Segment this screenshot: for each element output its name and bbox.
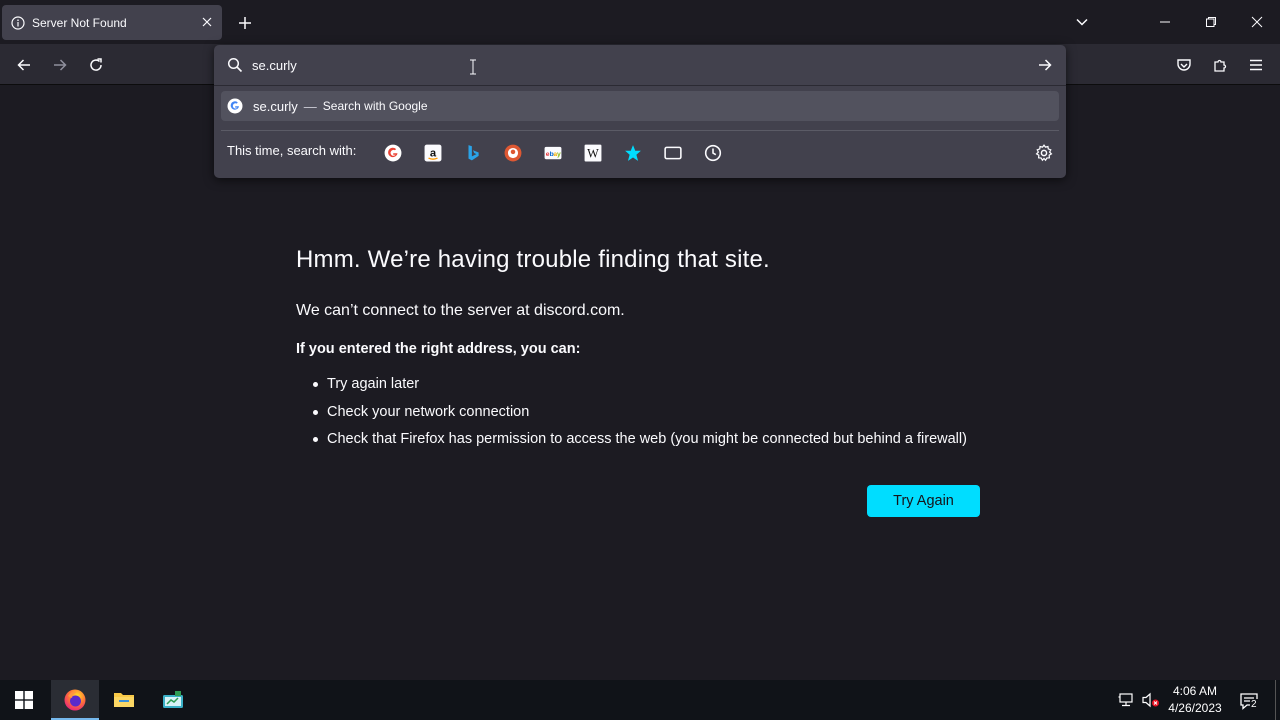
svg-text:W: W: [587, 147, 599, 161]
close-tab-icon[interactable]: [200, 15, 214, 29]
amazon-icon[interactable]: a: [424, 144, 442, 162]
tab-title: Server Not Found: [32, 15, 127, 30]
go-arrow-icon[interactable]: [1034, 54, 1056, 76]
tab-server-not-found[interactable]: Server Not Found: [2, 5, 222, 40]
svg-text:a: a: [430, 147, 437, 159]
new-tab-icon[interactable]: [234, 12, 256, 34]
pocket-icon[interactable]: [1172, 53, 1196, 77]
list-item: Try again later: [312, 374, 967, 402]
taskbar-firefox[interactable]: [51, 680, 99, 720]
svg-text:y: y: [557, 151, 561, 158]
info-icon: [11, 15, 25, 30]
title-bar: Server Not Found: [0, 0, 1280, 44]
error-intro: If you entered the right address, you ca…: [296, 341, 581, 357]
urlbar[interactable]: [214, 45, 1066, 85]
search-icon: [226, 56, 244, 74]
text-cursor-icon: [467, 58, 479, 76]
chevron-down-icon[interactable]: [1072, 12, 1092, 32]
extensions-icon[interactable]: [1208, 53, 1232, 77]
gear-icon[interactable]: [1035, 144, 1053, 162]
app-icon: [161, 688, 185, 712]
minimize-icon[interactable]: [1155, 12, 1175, 32]
url-input[interactable]: [252, 55, 1032, 75]
list-item: Check that Firefox has permission to acc…: [312, 429, 967, 457]
ebay-icon[interactable]: ebay: [544, 144, 562, 162]
error-description: We can’t connect to the server at discor…: [296, 302, 625, 319]
bookmarks-star-icon[interactable]: [624, 144, 642, 162]
forward-arrow-icon[interactable]: [48, 53, 72, 77]
network-icon[interactable]: [1118, 692, 1136, 708]
divider: [221, 130, 1059, 131]
taskbar-file-explorer[interactable]: [100, 680, 148, 720]
suggestion-list: Try again later Check your network conne…: [312, 374, 967, 457]
folder-icon: [112, 688, 136, 712]
close-window-icon[interactable]: [1247, 12, 1267, 32]
suggestion-query: se.curly: [253, 98, 298, 114]
error-title: Hmm. We’re having trouble finding that s…: [296, 246, 770, 273]
list-item: Check your network connection: [312, 402, 967, 430]
google-icon: [227, 98, 243, 114]
show-desktop-button[interactable]: [1275, 680, 1276, 720]
duckduckgo-icon[interactable]: [504, 144, 522, 162]
restore-icon[interactable]: [1201, 12, 1221, 32]
try-again-button[interactable]: Try Again: [867, 485, 980, 517]
divider: [214, 85, 1066, 86]
reload-icon[interactable]: [84, 53, 108, 77]
one-off-search-label: This time, search with:: [227, 143, 357, 158]
tabs-icon[interactable]: [664, 144, 682, 162]
notification-count: 2: [1250, 699, 1258, 710]
hamburger-menu-icon[interactable]: [1244, 53, 1268, 77]
history-clock-icon[interactable]: [704, 144, 722, 162]
search-suggestion-row[interactable]: se.curly — Search with Google: [221, 91, 1059, 121]
windows-start-icon[interactable]: [14, 690, 34, 710]
suggestion-action: Search with Google: [322, 99, 428, 113]
taskbar-app[interactable]: [149, 680, 197, 720]
urlbar-panel: se.curly — Search with Google This time,…: [214, 45, 1066, 178]
windows-taskbar: 4:06 AM 4/26/2023 2: [0, 680, 1280, 720]
suggestion-dash: —: [303, 98, 317, 114]
wikipedia-icon[interactable]: W: [584, 144, 602, 162]
clock-date[interactable]: 4/26/2023: [1164, 701, 1226, 715]
volume-muted-icon[interactable]: [1142, 692, 1160, 708]
firefox-icon: [63, 688, 87, 712]
google-icon[interactable]: [384, 144, 402, 162]
bing-icon[interactable]: [464, 144, 482, 162]
clock-time[interactable]: 4:06 AM: [1164, 684, 1226, 698]
back-arrow-icon[interactable]: [12, 53, 36, 77]
